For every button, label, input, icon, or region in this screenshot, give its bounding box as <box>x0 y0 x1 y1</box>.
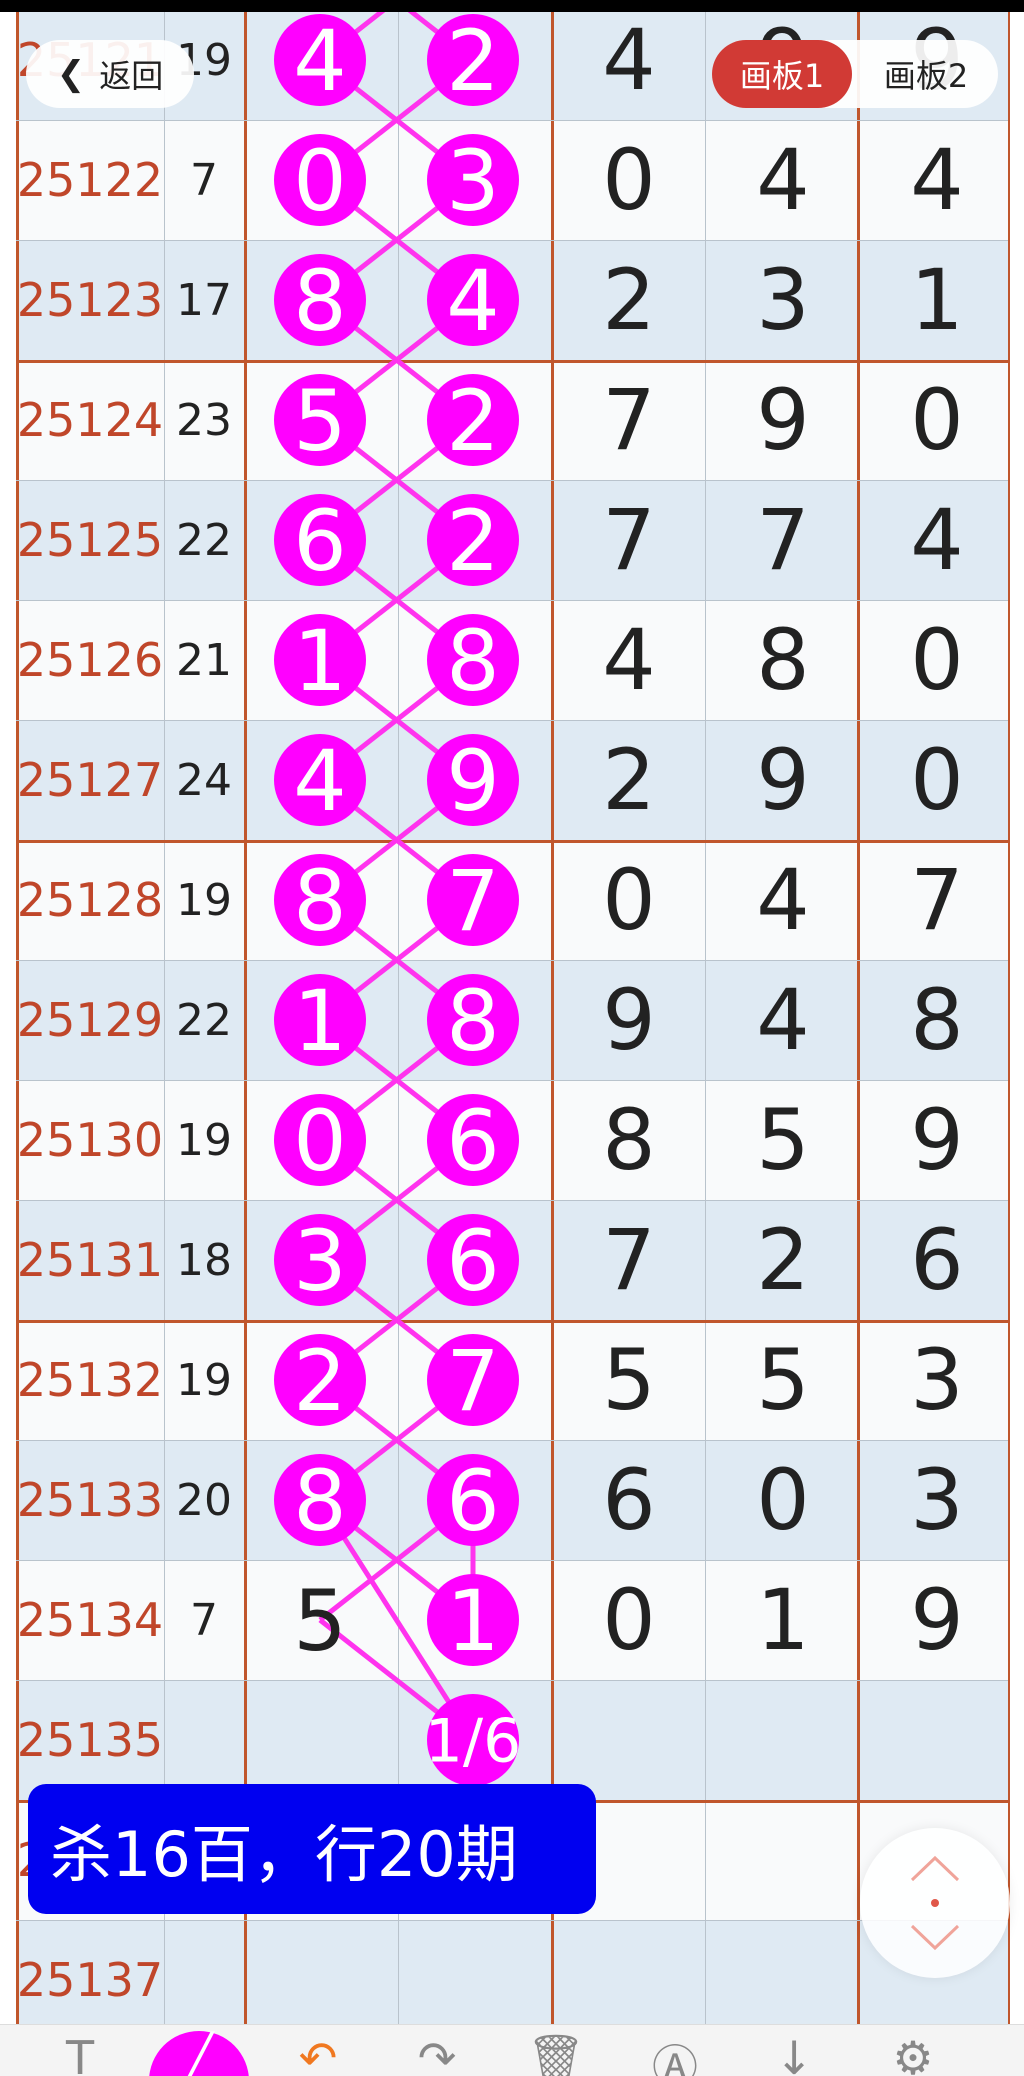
number-ball-label: 6 <box>446 1092 499 1190</box>
download-icon: ↓ <box>774 2031 814 2076</box>
number-ball-label: 3 <box>446 132 499 230</box>
expand-vertical-icon <box>910 1855 960 1951</box>
number-ball-label: 2 <box>293 1332 346 1430</box>
number-ball-label: 1 <box>293 612 346 710</box>
back-label: 返回 <box>99 57 164 95</box>
text-tool-button[interactable]: T <box>30 2025 130 2076</box>
auto-button[interactable]: Ⓐ <box>625 2025 725 2076</box>
settings-button[interactable]: ⚙ <box>863 2025 963 2076</box>
digit-cell: 5 <box>293 1572 346 1670</box>
number-ball-label: 0 <box>293 132 346 230</box>
number-ball-label: 4 <box>293 732 346 830</box>
number-ball-label: 8 <box>446 612 499 710</box>
drawing-overlay[interactable]: 4 2 0 3 8 4 5 2 6 2 1 8 4 9 8 7 1 8 0 6 3 6 2 7 8 6 5 1 1/6 <box>0 12 1024 2024</box>
number-ball-label: 8 <box>293 252 346 350</box>
pen-tool-icon: ╱ <box>149 2031 249 2076</box>
number-ball-label: 7 <box>446 852 499 950</box>
undo-icon: ↶ <box>298 2031 338 2076</box>
tab-board-1-label: 画板1 <box>739 57 825 95</box>
number-ball-label: 8 <box>446 972 499 1070</box>
number-ball-label: 6 <box>446 1452 499 1550</box>
lottery-grid[interactable]: 2512119499251227044251231723125124237902… <box>0 12 1024 2024</box>
back-button[interactable]: ❮ 返回 <box>26 40 194 108</box>
number-ball-label: 1 <box>446 1572 499 1670</box>
text-tool-icon: T <box>65 2031 95 2076</box>
number-ball-label: 6 <box>446 1212 499 1310</box>
delete-button[interactable]: 🗑 <box>506 2025 606 2076</box>
number-ball-label: 2 <box>446 372 499 470</box>
redo-icon: ↷ <box>417 2031 457 2076</box>
number-ball-label: 9 <box>446 732 499 830</box>
undo-button[interactable]: ↶ <box>268 2025 368 2076</box>
number-ball-label: 6 <box>293 492 346 590</box>
pen-tool-button[interactable]: ╱ <box>149 2025 249 2076</box>
annotation-note[interactable]: 杀16百，行20期 <box>28 1784 596 1914</box>
tab-board-2[interactable]: 画板2 <box>854 40 998 108</box>
number-ball-label: 0 <box>293 1092 346 1190</box>
bottom-toolbar: T ╱ ↶ ↷ 🗑 Ⓐ ↓ ⚙ <box>0 2024 1024 2076</box>
chevron-left-icon: ❮ <box>56 54 86 94</box>
number-ball-label: 2 <box>446 12 499 110</box>
scroll-toggle-button[interactable] <box>860 1828 1010 1978</box>
delete-icon: 🗑 <box>526 2031 586 2076</box>
annotation-note-text: 杀16百，行20期 <box>50 1818 518 1891</box>
tab-board-2-label: 画板2 <box>883 57 969 95</box>
redo-button[interactable]: ↷ <box>387 2025 487 2076</box>
number-ball-label: 4 <box>293 12 346 110</box>
status-bar <box>0 0 1024 12</box>
number-ball-label: 1 <box>293 972 346 1070</box>
board-tabs: 画板1 画板2 <box>712 40 998 108</box>
tab-board-1[interactable]: 画板1 <box>712 40 852 108</box>
number-ball-label: 7 <box>446 1332 499 1430</box>
number-ball-label: 2 <box>446 492 499 590</box>
number-ball-label: 8 <box>293 852 346 950</box>
auto-icon: Ⓐ <box>652 2040 698 2076</box>
number-ball-label: 8 <box>293 1452 346 1550</box>
number-ball-label: 3 <box>293 1212 346 1310</box>
settings-icon: ⚙ <box>892 2031 934 2076</box>
number-ball-label: 4 <box>446 252 499 350</box>
number-ball-label: 5 <box>293 372 346 470</box>
number-ball-label: 1/6 <box>425 1707 522 1777</box>
download-button[interactable]: ↓ <box>744 2025 844 2076</box>
